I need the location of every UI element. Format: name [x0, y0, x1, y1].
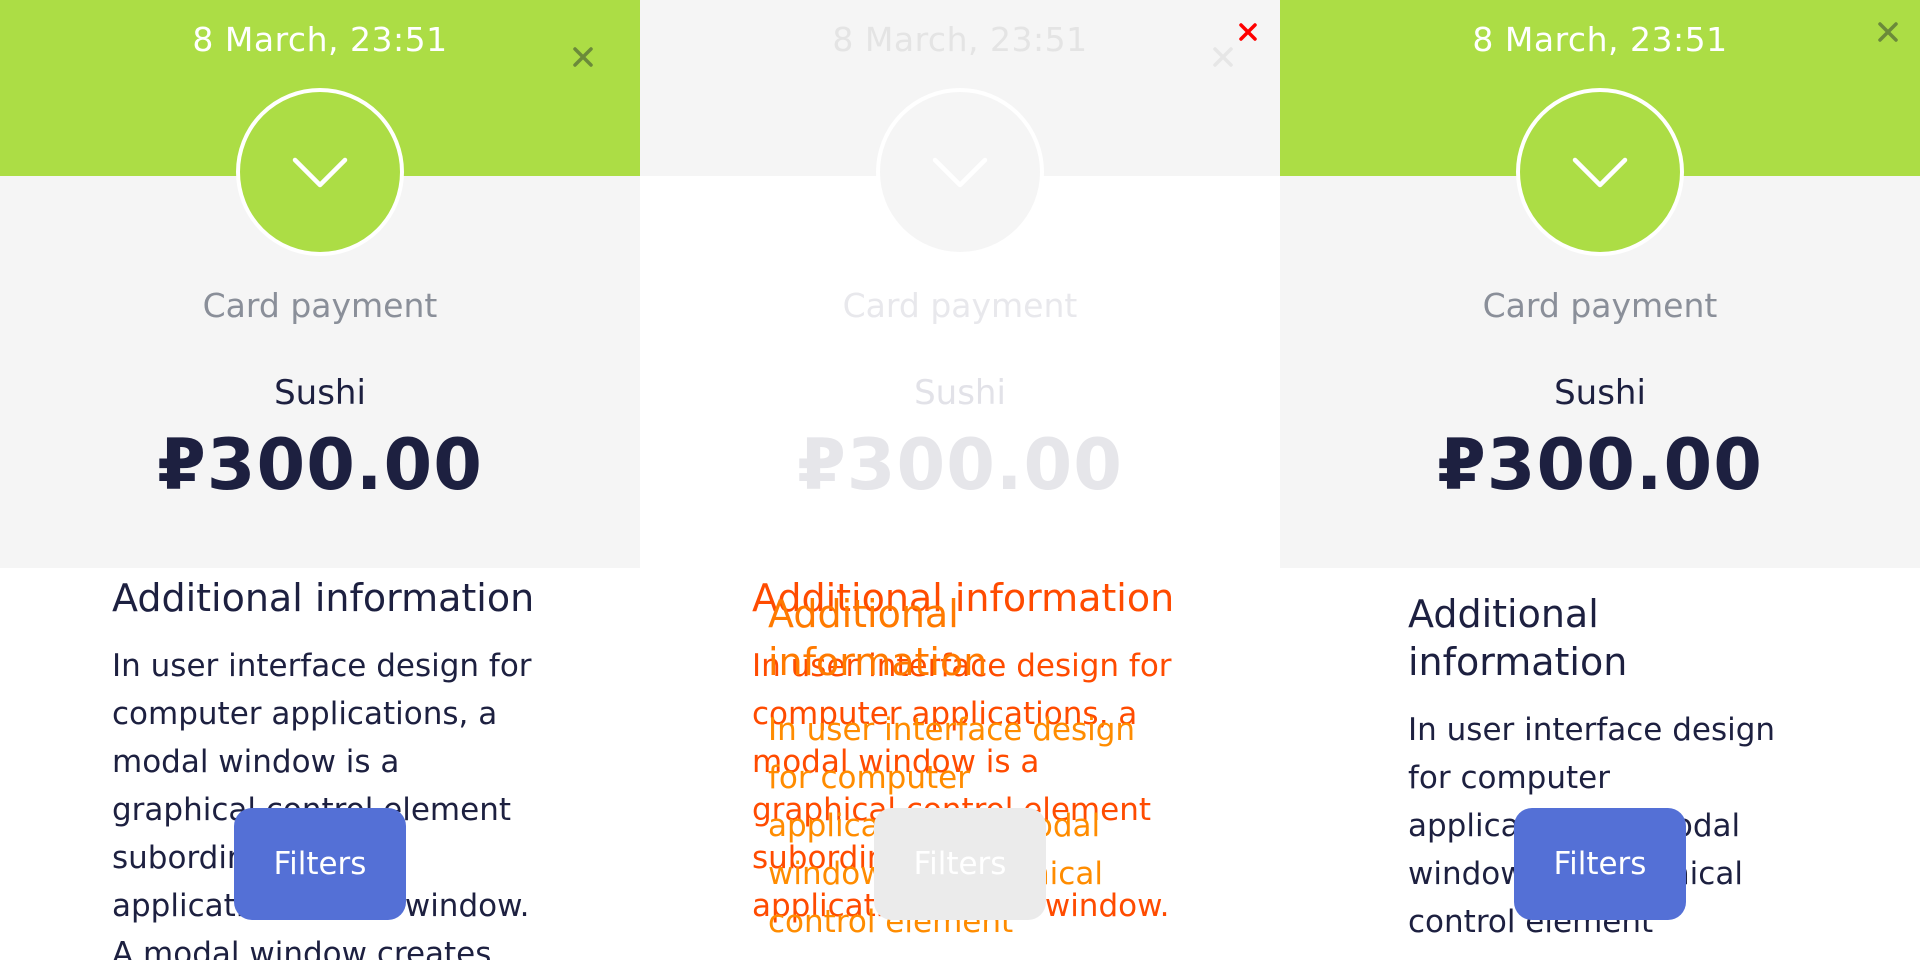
chevron-down-icon [1572, 157, 1628, 188]
filters-button[interactable]: Filters [234, 808, 406, 920]
status-circle [236, 88, 404, 256]
payment-amount: ₽300.00 [797, 424, 1123, 506]
close-icon [1878, 22, 1898, 42]
merchant-name: Sushi [1554, 373, 1646, 413]
close-button[interactable] [1231, 15, 1265, 49]
status-circle [1516, 88, 1684, 256]
additional-info-title: Additional information [1408, 592, 1628, 684]
merchant-name: Sushi [274, 373, 366, 413]
transaction-date: 8 March, 23:51 [1472, 20, 1728, 59]
additional-info-title: Additional information [768, 592, 988, 684]
chevron-down-icon [932, 157, 988, 188]
payment-method: Card payment [202, 286, 438, 325]
filters-button[interactable]: Filters [874, 808, 1046, 920]
payment-method: Card payment [842, 286, 1078, 325]
filters-button[interactable]: Filters [1514, 808, 1686, 920]
transaction-date: 8 March, 23:51 [832, 20, 1088, 59]
merchant-name: Sushi [914, 373, 1006, 413]
additional-info-title: Additional information [112, 576, 535, 620]
status-circle [876, 88, 1044, 256]
payment-amount: ₽300.00 [1437, 424, 1763, 506]
transaction-date: 8 March, 23:51 [192, 20, 448, 59]
close-icon [1213, 47, 1233, 67]
payment-detail-panel: 8 March, 23:51 Card payment Sushi ₽300.0… [1280, 0, 1920, 960]
close-icon [573, 47, 593, 67]
close-button[interactable] [566, 40, 600, 74]
close-button[interactable] [1871, 15, 1905, 49]
payment-detail-panel: 8 March, 23:51 Card payment Sushi ₽300.0… [640, 0, 1280, 960]
payment-method: Card payment [1482, 286, 1718, 325]
chevron-down-icon [292, 157, 348, 188]
payment-detail-panel: 8 March, 23:51 Card payment Sushi ₽300.0… [0, 0, 640, 960]
close-icon [1239, 23, 1257, 41]
payment-amount: ₽300.00 [157, 424, 483, 506]
